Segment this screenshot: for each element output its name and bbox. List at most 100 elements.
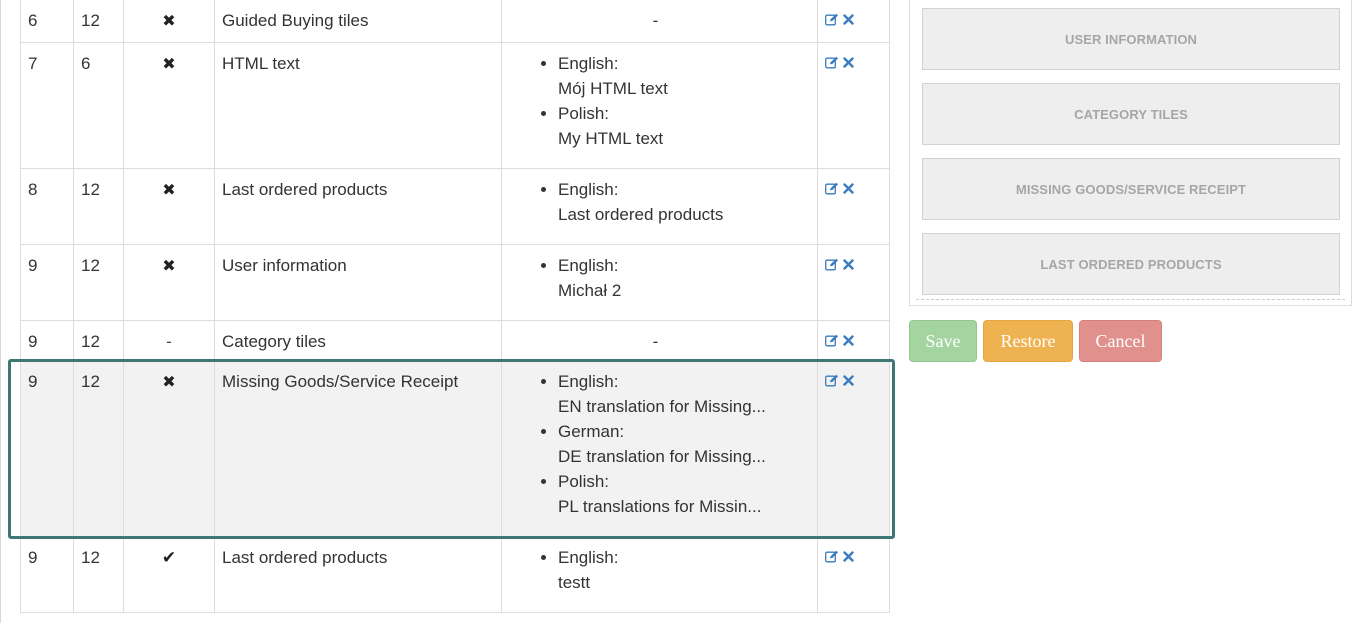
translation-text: testt	[558, 572, 591, 592]
order-cell: 9	[20, 243, 74, 321]
empty-translation: -	[652, 11, 659, 30]
delete-icon[interactable]	[843, 334, 854, 346]
empty-translation: -	[652, 331, 659, 351]
width-cell: 12	[73, 243, 124, 321]
preview-tile-last-ordered-products[interactable]: LAST ORDERED PRODUCTS	[922, 233, 1340, 295]
actions-cell	[817, 359, 890, 537]
table-row[interactable]: 9 12 - Category tiles -	[20, 319, 890, 361]
visible-cell: ✖	[123, 0, 215, 43]
translation-text: Last ordered products	[558, 204, 724, 224]
translation-list: English: EN translation for Missing... Ger…	[532, 369, 809, 519]
table-row[interactable]: 6 12 ✖ Guided Buying tiles -	[20, 0, 890, 43]
table-row[interactable]: 812 ✖ Last ordered products English: Last or…	[20, 167, 890, 245]
page-left-border	[0, 0, 1, 623]
translation-language: English:	[558, 179, 619, 199]
translations-cell: -	[501, 319, 818, 361]
table-row[interactable]: 912 ✖ User information English: Michał 2	[20, 243, 890, 321]
translation-language: Polish:	[558, 103, 610, 123]
translation-language: Polish:	[558, 471, 610, 491]
translations-cell: English: Michał 2	[501, 243, 818, 321]
translations-cell: English: EN translation for Missing... Ger…	[501, 359, 818, 537]
translation-item: German: DE translation for Missing...	[558, 419, 809, 469]
edit-icon[interactable]	[825, 258, 839, 271]
translations-cell: English: testt	[501, 535, 818, 613]
check-icon: ✔	[161, 547, 177, 567]
translation-language: German:	[558, 421, 625, 441]
translation-item: English: Last ordered products	[558, 177, 809, 227]
translation-language: English:	[558, 255, 619, 275]
delete-icon[interactable]	[843, 182, 854, 194]
widget-name-cell: User information	[214, 243, 502, 321]
delete-icon[interactable]	[843, 374, 854, 386]
width-cell: 12	[73, 319, 124, 361]
visible-value: -	[166, 331, 172, 351]
order-cell: 8	[20, 167, 74, 245]
edit-icon[interactable]	[825, 182, 839, 195]
translation-language: English:	[558, 371, 619, 391]
edit-icon[interactable]	[825, 56, 839, 69]
cancel-button[interactable]: Cancel	[1079, 320, 1162, 362]
order-cell: 7	[20, 41, 74, 169]
delete-icon[interactable]	[843, 56, 854, 68]
order-cell: 9	[20, 535, 74, 613]
panel-dashed-divider	[916, 299, 1345, 300]
translation-list: English: Last ordered products	[532, 177, 809, 227]
actions-cell	[817, 243, 890, 321]
preview-tile-user-information[interactable]: USER INFORMATION	[922, 8, 1340, 70]
cross-icon: ✖	[162, 181, 176, 199]
widgets-table-body: 612✖Guided Buying tiles-76✖HTML textEngl…	[20, 0, 890, 613]
translation-text: PL translations for Missin...	[558, 496, 762, 516]
translation-item: English: testt	[558, 545, 809, 595]
actions-cell	[817, 167, 890, 245]
order-cell: 9	[20, 359, 74, 537]
table-row[interactable]: 912 ✖ Missing Goods/Service Receipt English…	[20, 359, 890, 537]
width-cell: 12	[73, 0, 124, 43]
actions-cell	[817, 535, 890, 613]
table-row[interactable]: 912 ✔ Last ordered products English: testt	[20, 535, 890, 613]
edit-icon[interactable]	[825, 13, 839, 26]
translation-text: Michał 2	[558, 280, 622, 300]
translation-list: English: Mój HTML text Polish: My HTML text	[532, 51, 809, 151]
delete-icon[interactable]	[843, 550, 854, 562]
visible-cell: ✖	[123, 243, 215, 321]
restore-button[interactable]: Restore	[983, 320, 1073, 362]
cross-icon: ✖	[162, 55, 176, 73]
actions-cell	[817, 319, 890, 361]
table-row[interactable]: 76 ✖ HTML text English: Mój HTML text Polish:…	[20, 41, 890, 169]
widget-name-cell: Category tiles	[214, 319, 502, 361]
translation-item: English: EN translation for Missing...	[558, 369, 809, 419]
delete-icon[interactable]	[843, 258, 854, 270]
preview-tile-missing-goods[interactable]: MISSING GOODS/SERVICE RECEIPT	[922, 158, 1340, 220]
translations-cell: English: Mój HTML text Polish: My HTML text	[501, 41, 818, 169]
visible-cell: ✖	[123, 167, 215, 245]
translation-text: DE translation for Missing...	[558, 446, 766, 466]
preview-tile-category-tiles[interactable]: CATEGORY TILES	[922, 83, 1340, 145]
translation-language: English:	[558, 547, 619, 567]
cross-icon: ✖	[162, 257, 176, 275]
translations-cell: English: Last ordered products	[501, 167, 818, 245]
actions-cell	[817, 41, 890, 169]
visible-cell: ✔	[123, 535, 215, 613]
translation-list: English: Michał 2	[532, 253, 809, 303]
translation-text: Mój HTML text	[558, 78, 668, 98]
translations-cell: -	[501, 0, 818, 43]
translation-language: English:	[558, 53, 619, 73]
visible-cell: -	[123, 319, 215, 361]
widget-name-cell: HTML text	[214, 41, 502, 169]
cross-icon: ✖	[162, 373, 176, 391]
order-cell: 9	[20, 319, 74, 361]
cross-icon: ✖	[162, 13, 176, 30]
translation-item: English: Michał 2	[558, 253, 809, 303]
translation-text: EN translation for Missing...	[558, 396, 766, 416]
translation-item: English: Mój HTML text	[558, 51, 809, 101]
width-cell: 12	[73, 167, 124, 245]
edit-icon[interactable]	[825, 334, 839, 347]
edit-icon[interactable]	[825, 550, 839, 563]
translation-list: English: testt	[532, 545, 809, 595]
delete-icon[interactable]	[843, 14, 854, 25]
order-cell: 6	[20, 0, 74, 43]
save-button[interactable]: Save	[909, 320, 977, 362]
visible-cell: ✖	[123, 359, 215, 537]
widgets-table: 612✖Guided Buying tiles-76✖HTML textEngl…	[20, 0, 890, 613]
edit-icon[interactable]	[825, 374, 839, 387]
